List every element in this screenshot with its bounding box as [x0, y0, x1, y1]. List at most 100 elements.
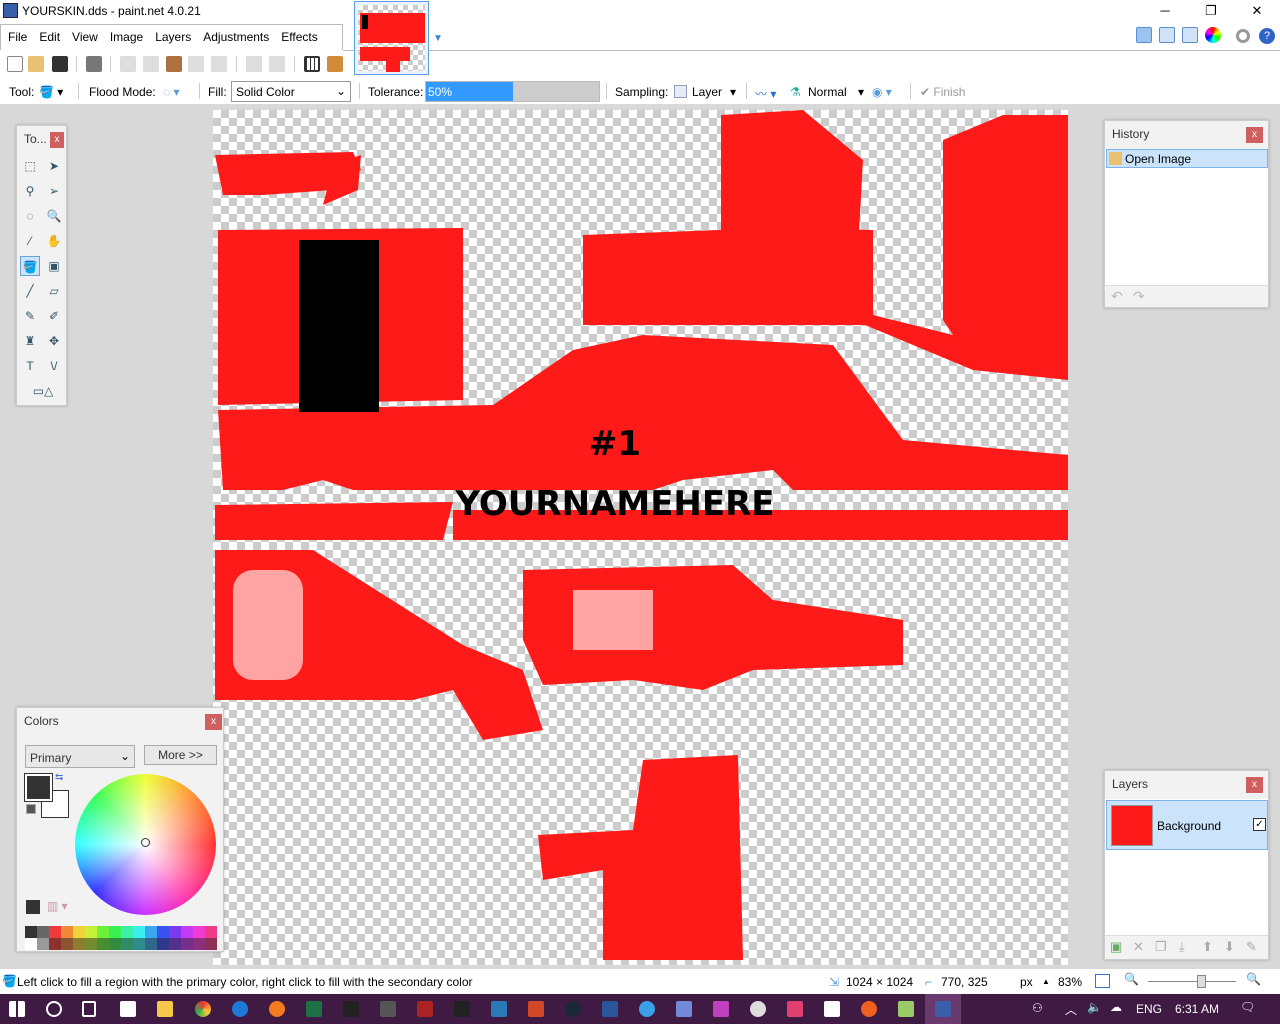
zoom-up-icon[interactable]: ▲ — [1042, 977, 1050, 986]
palette-swatch[interactable] — [193, 926, 205, 938]
color-wheel-cursor[interactable] — [141, 838, 150, 847]
steam-icon[interactable] — [565, 1001, 581, 1017]
palette-swatch[interactable] — [181, 926, 193, 938]
color-wheel[interactable] — [75, 774, 216, 915]
color-picker-tool[interactable]: ✐ — [44, 306, 64, 326]
palette-swatch[interactable] — [85, 926, 97, 938]
palette-swatch[interactable] — [193, 938, 205, 950]
palette-swatch[interactable] — [97, 926, 109, 938]
palette-swatch[interactable] — [85, 938, 97, 950]
app-icon[interactable] — [713, 1001, 729, 1017]
move-layer-up-icon[interactable]: ⬆ — [1202, 939, 1213, 955]
copy-icon[interactable] — [143, 56, 159, 72]
menu-edit[interactable]: Edit — [32, 25, 65, 44]
internet-explorer-icon[interactable] — [639, 1001, 655, 1017]
settings-icon[interactable] — [1236, 29, 1250, 43]
layer-visibility-checkbox[interactable]: ✓ — [1253, 818, 1266, 831]
palette-swatch[interactable] — [73, 938, 85, 950]
powerpoint-icon[interactable] — [528, 1001, 544, 1017]
app-icon[interactable] — [824, 1001, 840, 1017]
palette-swatch[interactable] — [133, 926, 145, 938]
palette-swatch[interactable] — [121, 938, 133, 950]
move-selected-tool[interactable]: ➤ — [44, 156, 64, 176]
zoom-to-window-icon[interactable] — [1095, 974, 1110, 988]
paint-bucket-tool[interactable]: 🪣 — [20, 256, 40, 276]
menu-file[interactable]: File — [1, 25, 32, 44]
close-icon[interactable]: x — [1246, 777, 1263, 793]
excel-icon[interactable] — [306, 1001, 322, 1017]
add-to-palette-icon[interactable] — [26, 900, 40, 914]
shapes-tool[interactable]: ▭△ — [25, 381, 61, 401]
fill-select[interactable]: Solid Color ⌄ — [231, 81, 351, 102]
palette-swatch[interactable] — [121, 926, 133, 938]
tab-overflow-icon[interactable]: ▼ — [433, 33, 443, 44]
people-icon[interactable]: ⚇ — [1032, 1001, 1043, 1015]
colors-toggle-icon[interactable] — [1205, 27, 1221, 43]
color-mode-select[interactable]: Primary ⌄ — [25, 745, 135, 768]
redo-icon[interactable] — [269, 56, 285, 72]
deselect-icon[interactable] — [211, 56, 227, 72]
language-indicator[interactable]: ENG — [1136, 1002, 1162, 1016]
palette-swatch[interactable] — [109, 938, 121, 950]
tools-toggle-icon[interactable] — [1136, 27, 1152, 43]
close-icon[interactable]: x — [205, 714, 222, 730]
game-icon[interactable] — [417, 1001, 433, 1017]
restore-button[interactable]: ❐ — [1188, 0, 1234, 22]
zoom-in-icon[interactable]: 🔍 — [1246, 972, 1261, 986]
zoom-level[interactable]: 83% — [1058, 975, 1082, 989]
layer-item[interactable]: Background ✓ — [1106, 800, 1268, 850]
clone-stamp-tool[interactable]: ♜ — [20, 331, 40, 351]
pencil-tool[interactable]: ✎ — [20, 306, 40, 326]
selection-mode-icon[interactable]: ◉ ▾ — [872, 85, 892, 99]
palette-swatch[interactable] — [133, 938, 145, 950]
word-icon[interactable] — [602, 1001, 618, 1017]
image-tab-thumbnail[interactable] — [354, 1, 429, 75]
image-canvas[interactable]: #1 YOURNAMEHERE — [213, 110, 1068, 965]
paste-icon[interactable] — [166, 56, 182, 72]
lasso-select-tool[interactable]: ⚲ — [20, 181, 40, 201]
zoom-tool[interactable]: 🔍 — [44, 206, 64, 226]
firefox-icon[interactable] — [269, 1001, 285, 1017]
line-curve-tool[interactable]: \/ — [44, 356, 64, 376]
swap-colors-icon[interactable]: ⇆ — [55, 772, 63, 783]
menu-effects[interactable]: Effects — [274, 25, 322, 44]
menu-image[interactable]: Image — [103, 25, 148, 44]
palette-swatch[interactable] — [97, 938, 109, 950]
discord-icon[interactable] — [676, 1001, 692, 1017]
delete-layer-icon[interactable]: ✕ — [1133, 939, 1144, 955]
move-layer-down-icon[interactable]: ⬇ — [1224, 939, 1235, 955]
palette-swatch[interactable] — [25, 938, 37, 950]
merge-layer-down-icon[interactable]: ⤓ — [1179, 939, 1185, 955]
pan-tool[interactable]: ✋ — [44, 231, 64, 251]
palette-swatch[interactable] — [145, 938, 157, 950]
redo-icon[interactable]: ↷ — [1133, 288, 1145, 305]
palette-swatch[interactable] — [37, 938, 49, 950]
new-image-icon[interactable] — [7, 56, 23, 72]
menu-view[interactable]: View — [65, 25, 103, 44]
palette-swatch[interactable] — [37, 926, 49, 938]
game-icon[interactable] — [343, 1001, 359, 1017]
palette-swatch[interactable] — [61, 938, 73, 950]
app-icon[interactable] — [787, 1001, 803, 1017]
palette-swatch[interactable] — [145, 926, 157, 938]
edge-icon[interactable] — [232, 1001, 248, 1017]
show-hidden-icons[interactable]: ︿ — [1065, 1001, 1077, 1018]
palette-swatch[interactable] — [181, 938, 193, 950]
palette-swatch[interactable] — [109, 926, 121, 938]
task-view-button[interactable] — [82, 1001, 96, 1017]
menu-adjustments[interactable]: Adjustments — [196, 25, 274, 44]
minimize-button[interactable]: ─ — [1142, 0, 1188, 22]
text-tool[interactable]: T — [20, 356, 40, 376]
palette-swatch[interactable] — [169, 926, 181, 938]
reset-colors-icon[interactable] — [26, 804, 36, 814]
palette-swatch[interactable] — [61, 926, 73, 938]
palette-swatch[interactable] — [73, 926, 85, 938]
palette-menu-icon[interactable]: ▥ ▾ — [47, 899, 68, 913]
gradient-tool[interactable]: ▣ — [44, 256, 64, 276]
history-item[interactable]: Open Image — [1106, 149, 1268, 168]
close-icon[interactable]: x — [1246, 127, 1263, 143]
paintbrush-tool[interactable]: ╱ — [20, 281, 40, 301]
print-icon[interactable] — [86, 56, 102, 72]
clock[interactable]: 6:31 AM — [1175, 1002, 1219, 1016]
tolerance-slider[interactable]: 50% — [425, 81, 600, 102]
